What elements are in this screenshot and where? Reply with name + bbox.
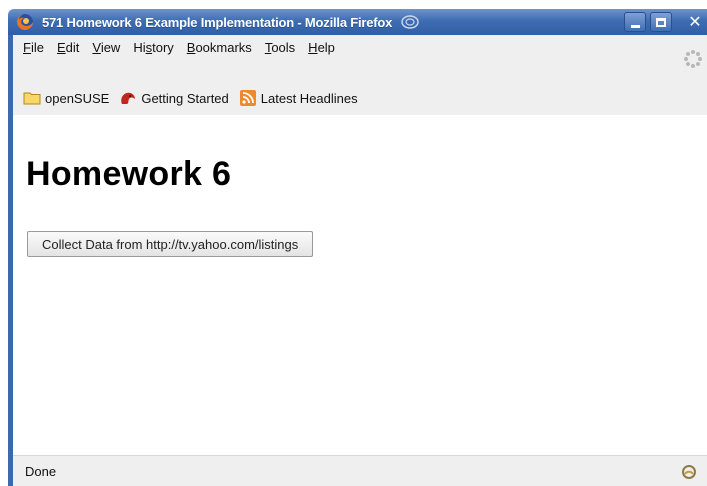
throbber-swirl-icon xyxy=(401,15,419,29)
page-heading: Homework 6 xyxy=(26,155,232,193)
firefox-logo-icon xyxy=(17,14,33,30)
bookmark-label: Latest Headlines xyxy=(260,90,358,106)
bookmark-label: Getting Started xyxy=(141,90,229,106)
menu-edit[interactable]: Edit xyxy=(57,40,79,55)
menu-tools[interactable]: Tools xyxy=(265,40,295,55)
menu: File Edit View History Bookmarks Tools H… xyxy=(13,35,348,59)
minimize-icon xyxy=(630,24,640,28)
title-bar[interactable]: 571 Homework 6 Example Implementation - … xyxy=(8,9,707,35)
getting-started-icon xyxy=(121,92,136,104)
browser-window: 571 Homework 6 Example Implementation - … xyxy=(0,0,707,486)
close-icon: ✕ xyxy=(688,14,702,31)
page-content: Homework 6 Collect Data from http://tv.y… xyxy=(13,115,707,455)
close-button[interactable]: ✕ xyxy=(684,12,706,32)
menu-bookmarks[interactable]: Bookmarks xyxy=(187,40,252,55)
folder-icon xyxy=(23,92,41,105)
bookmark-label: openSUSE xyxy=(45,90,110,106)
bookmark-opensuse[interactable]: openSUSE xyxy=(23,91,109,106)
menu-view[interactable]: View xyxy=(92,40,120,55)
menu-bar: File Edit View History Bookmarks Tools H… xyxy=(13,35,707,81)
status-bar: Done xyxy=(13,455,707,486)
security-status-icon[interactable] xyxy=(679,462,699,482)
maximize-icon xyxy=(656,17,666,27)
bookmarks-toolbar: openSUSE Getting Started Latest Headline… xyxy=(13,81,707,115)
menu-file[interactable]: File xyxy=(23,40,44,55)
minimize-button[interactable] xyxy=(624,12,646,32)
status-text: Done xyxy=(25,463,57,479)
menu-history[interactable]: History xyxy=(133,40,173,55)
activity-throbber-icon xyxy=(684,50,702,68)
menu-help[interactable]: Help xyxy=(308,40,335,55)
maximize-button[interactable] xyxy=(650,12,672,32)
window-title: 571 Homework 6 Example Implementation - … xyxy=(42,14,393,30)
collect-data-button[interactable]: Collect Data from http://tv.yahoo.com/li… xyxy=(27,231,314,257)
rss-feed-icon xyxy=(239,90,256,106)
bookmark-latest-headlines[interactable]: Latest Headlines xyxy=(239,89,358,107)
bookmark-getting-started[interactable]: Getting Started xyxy=(119,90,229,106)
